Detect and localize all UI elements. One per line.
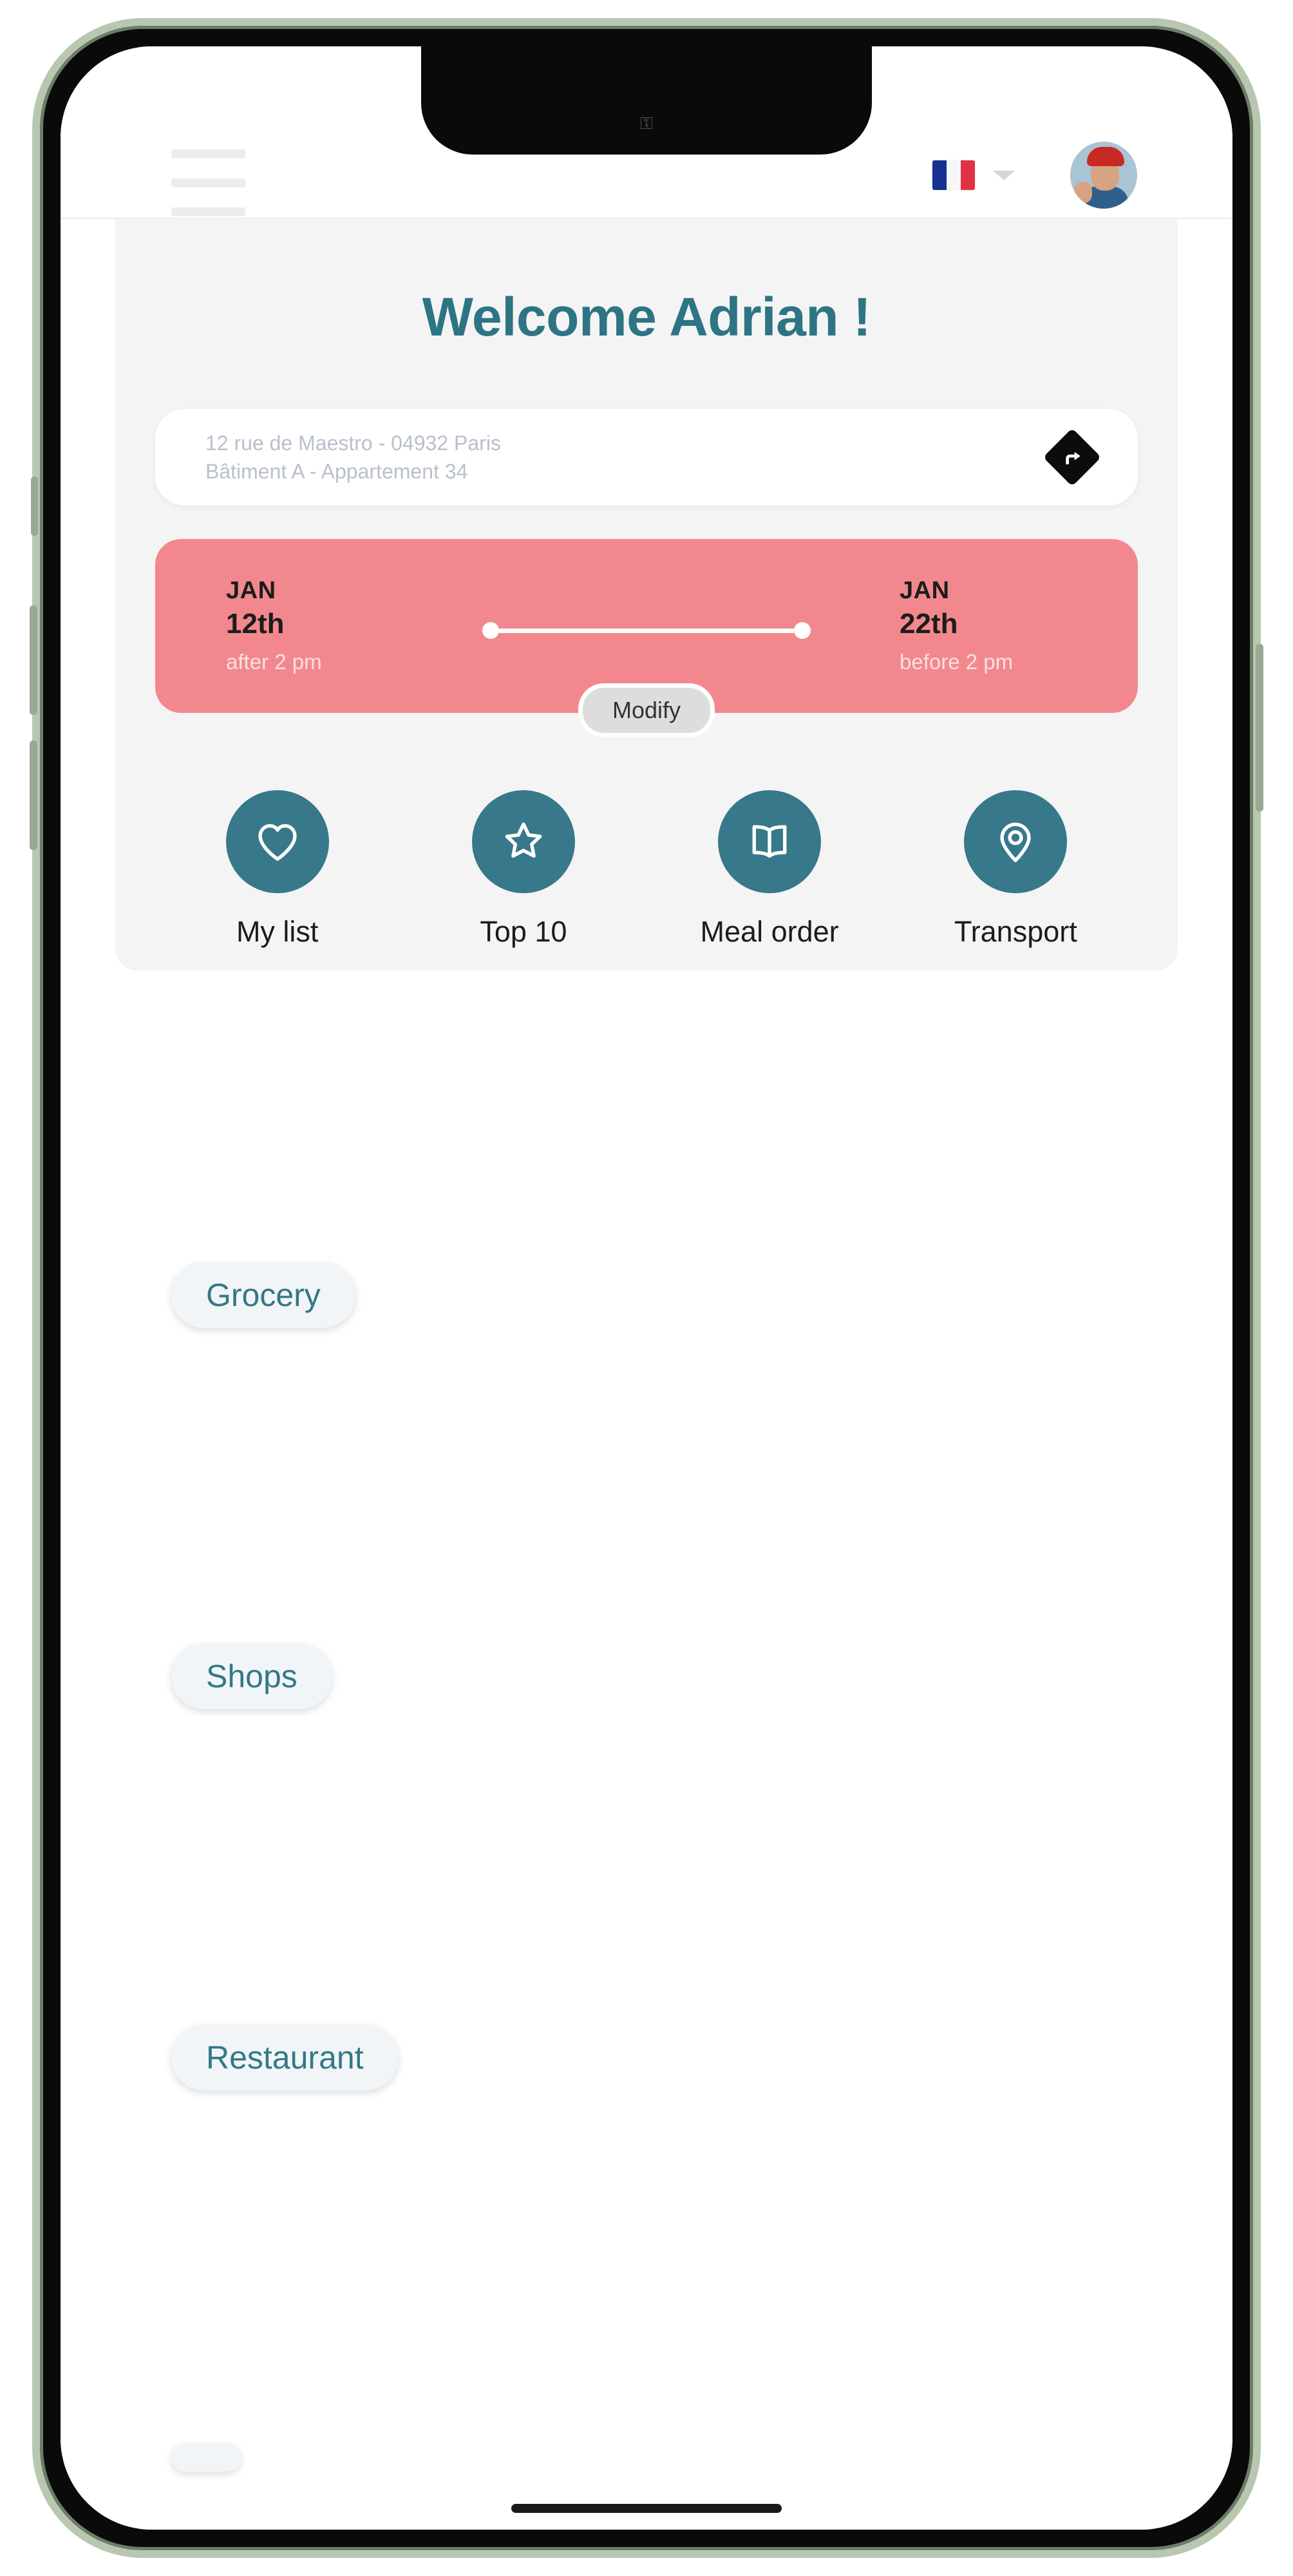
category-card-grocery[interactable]: Grocery <box>171 1038 1110 1373</box>
star-icon <box>505 822 542 858</box>
volume-down-button[interactable] <box>30 741 37 850</box>
avatar[interactable] <box>1070 142 1137 209</box>
category-card-events[interactable] <box>171 2182 1110 2517</box>
page-title: Welcome Adrian ! <box>422 287 871 347</box>
phone-screen: ⚿ Welcome Adrian ! 12 rue de Maestro - 0… <box>61 46 1232 2530</box>
checkout-time: before 2 pm <box>900 650 1014 674</box>
book-icon <box>752 825 787 858</box>
category-list: Grocery Shops Restaurant <box>61 971 1232 2517</box>
my-list-circle <box>225 790 329 893</box>
avatar-headscarf <box>1087 147 1124 166</box>
quick-action-label: Transport <box>954 915 1077 948</box>
checkin-month: JAN <box>226 577 276 604</box>
hamburger-menu-icon[interactable] <box>171 149 245 216</box>
hamburger-bar <box>171 178 245 187</box>
quick-action-label: Top 10 <box>480 915 567 948</box>
checkout-month: JAN <box>900 577 950 604</box>
range-dot-start <box>482 622 499 639</box>
checkout-block: JAN 22th before 2 pm <box>900 575 1067 677</box>
address-text: 12 rue de Maestro - 04932 Paris Bâtiment… <box>205 429 1044 486</box>
category-label-events <box>171 2443 241 2472</box>
flag-stripe-white <box>947 160 961 190</box>
hamburger-bar <box>171 207 245 216</box>
home-indicator[interactable] <box>511 2504 782 2513</box>
modify-button[interactable]: Modify <box>578 683 715 737</box>
category-label-shops: Shops <box>171 1643 332 1709</box>
checkout-day: 22th <box>900 608 958 639</box>
chevron-down-icon[interactable] <box>993 170 1015 180</box>
checkin-block: JAN 12th after 2 pm <box>226 575 393 677</box>
volume-up-button[interactable] <box>30 605 37 715</box>
flag-stripe-red <box>961 160 975 190</box>
category-label-restaurant: Restaurant <box>171 2025 399 2090</box>
phone-frame: ⚿ Welcome Adrian ! 12 rue de Maestro - 0… <box>30 18 1263 2558</box>
quick-action-label: Meal order <box>700 915 839 948</box>
dynamic-island <box>421 46 872 155</box>
france-flag-icon[interactable] <box>932 160 975 190</box>
address-line-1: 12 rue de Maestro - 04932 Paris <box>205 431 501 455</box>
header-right-group <box>932 142 1137 209</box>
category-label-grocery: Grocery <box>171 1262 355 1328</box>
checkin-time: after 2 pm <box>226 650 322 674</box>
date-range-connector <box>482 622 811 639</box>
silent-switch[interactable] <box>31 477 38 536</box>
power-button[interactable] <box>1256 644 1263 811</box>
app-body: Welcome Adrian ! 12 rue de Maestro - 049… <box>61 219 1232 2530</box>
quick-actions-row: My list Top 10 Meal order Transport <box>173 790 1120 949</box>
quick-action-transport[interactable]: Transport <box>912 790 1120 949</box>
directions-arrow-icon[interactable] <box>1043 428 1102 487</box>
quick-action-my-list[interactable]: My list <box>173 790 381 949</box>
lock-icon: ⚿ <box>640 113 653 133</box>
address-card[interactable]: 12 rue de Maestro - 04932 Paris Bâtiment… <box>155 409 1138 506</box>
hamburger-bar <box>171 149 245 158</box>
stay-date-card: JAN 12th after 2 pm JAN 22th before 2 pm <box>155 539 1138 737</box>
flag-stripe-blue <box>932 160 947 190</box>
transport-circle <box>964 790 1068 893</box>
heart-icon <box>258 824 297 861</box>
category-card-restaurant[interactable]: Restaurant <box>171 1801 1110 2136</box>
quick-action-top-10[interactable]: Top 10 <box>419 790 627 949</box>
quick-action-meal-order[interactable]: Meal order <box>665 790 873 949</box>
category-card-shops[interactable]: Shops <box>171 1419 1110 1754</box>
map-pin-icon <box>1000 822 1031 862</box>
range-line <box>499 628 794 633</box>
hero-panel: Welcome Adrian ! 12 rue de Maestro - 049… <box>115 219 1178 971</box>
quick-action-label: My list <box>236 915 319 948</box>
turn-right-arrow-glyph <box>1066 451 1081 464</box>
address-line-2: Bâtiment A - Appartement 34 <box>205 460 468 483</box>
avatar-arm <box>1074 182 1092 204</box>
top-10-circle <box>471 790 575 893</box>
range-dot-end <box>794 622 811 639</box>
meal-order-circle <box>718 790 822 893</box>
checkin-day: 12th <box>226 608 285 639</box>
